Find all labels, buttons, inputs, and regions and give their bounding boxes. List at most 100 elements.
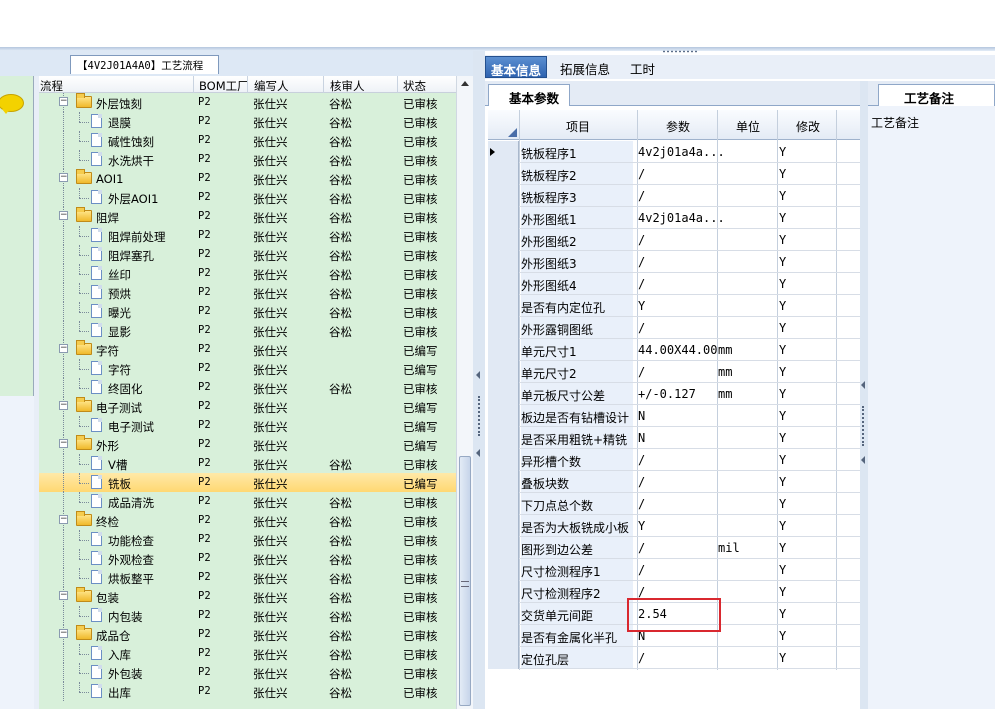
modify-cell[interactable]: Y xyxy=(779,233,786,247)
tree-row[interactable]: − 终检 P2 张仕兴 谷松 已审核 xyxy=(39,511,456,530)
collapse-left-icon[interactable] xyxy=(476,371,480,379)
col-header-modify[interactable]: 修改 xyxy=(796,118,820,135)
tree-row[interactable]: 终固化 P2 张仕兴 谷松 已审核 xyxy=(39,378,456,397)
modify-cell[interactable]: Y xyxy=(779,211,786,225)
modify-cell[interactable]: Y xyxy=(779,585,786,599)
param-cell[interactable]: / xyxy=(638,453,645,467)
modify-cell[interactable]: Y xyxy=(779,299,786,313)
modify-cell[interactable]: Y xyxy=(779,541,786,555)
tree-row[interactable]: 曝光 P2 张仕兴 谷松 已审核 xyxy=(39,302,456,321)
row-header[interactable] xyxy=(488,273,519,295)
col-header-flow[interactable]: 流程 xyxy=(40,78,63,94)
grid-row[interactable]: 单元尺寸1 44.00X44.00 mm Y xyxy=(488,339,860,361)
tree-row[interactable]: 功能检查 P2 张仕兴 谷松 已审核 xyxy=(39,530,456,549)
tab-basic-params[interactable]: 基本参数 xyxy=(488,84,571,106)
tree-row[interactable]: 碱性蚀刻 P2 张仕兴 谷松 已审核 xyxy=(39,131,456,150)
param-cell[interactable]: / xyxy=(638,167,645,181)
param-cell[interactable]: / xyxy=(638,497,645,511)
modify-cell[interactable]: Y xyxy=(779,321,786,335)
tree-row[interactable]: − 包装 P2 张仕兴 谷松 已审核 xyxy=(39,587,456,606)
collapse-left-icon-2[interactable] xyxy=(476,449,480,457)
grid-row[interactable]: 下刀点总个数 / Y xyxy=(488,493,860,515)
col-header-bom[interactable]: BOM工厂 xyxy=(199,78,249,94)
grid-row[interactable]: 单元尺寸2 / mm Y xyxy=(488,361,860,383)
modify-cell[interactable]: Y xyxy=(779,453,786,467)
param-cell[interactable]: Y xyxy=(638,519,645,533)
tree-row[interactable]: − 外层蚀刻 P2 张仕兴 谷松 已审核 xyxy=(39,93,456,112)
tree-row[interactable]: − AOI1 P2 张仕兴 谷松 已审核 xyxy=(39,169,456,188)
collapse-right-icon[interactable] xyxy=(861,381,865,389)
tree-row[interactable]: 外包装 P2 张仕兴 谷松 已审核 xyxy=(39,663,456,682)
tree-row[interactable]: 退膜 P2 张仕兴 谷松 已审核 xyxy=(39,112,456,131)
grid-row[interactable]: 是否采用粗铣+精铣 N Y xyxy=(488,427,860,449)
grid-row[interactable]: 板边是否有钻槽设计 N Y xyxy=(488,405,860,427)
row-header[interactable] xyxy=(488,493,519,515)
row-header[interactable] xyxy=(488,515,519,537)
modify-cell[interactable]: Y xyxy=(779,365,786,379)
grid-row[interactable]: 是否有内定位孔 Y Y xyxy=(488,295,860,317)
right-splitter[interactable] xyxy=(860,81,868,709)
col-header-unit[interactable]: 单位 xyxy=(736,118,760,135)
row-header[interactable] xyxy=(488,141,519,163)
modify-cell[interactable]: Y xyxy=(779,277,786,291)
tree-row[interactable]: 水洗烘干 P2 张仕兴 谷松 已审核 xyxy=(39,150,456,169)
tree-row[interactable]: 出库 P2 张仕兴 谷松 已审核 xyxy=(39,682,456,701)
modify-cell[interactable]: Y xyxy=(779,145,786,159)
param-cell[interactable]: / xyxy=(638,277,645,291)
tree-row[interactable]: 外层AOI1 P2 张仕兴 谷松 已审核 xyxy=(39,188,456,207)
scroll-up-icon[interactable] xyxy=(461,81,469,86)
tree-row[interactable]: 入库 P2 张仕兴 谷松 已审核 xyxy=(39,644,456,663)
param-cell[interactable]: / xyxy=(638,321,645,335)
middle-splitter[interactable] xyxy=(473,51,485,709)
tree-row[interactable]: 丝印 P2 张仕兴 谷松 已审核 xyxy=(39,264,456,283)
tree-row[interactable]: 外观检查 P2 张仕兴 谷松 已审核 xyxy=(39,549,456,568)
col-header-item[interactable]: 项目 xyxy=(566,118,590,135)
grid-row[interactable]: 外形露铜图纸 / Y xyxy=(488,317,860,339)
tree-row[interactable]: − 外形 P2 张仕兴 已编写 xyxy=(39,435,456,454)
param-cell[interactable]: 4v2j01a4a... xyxy=(638,211,725,225)
row-header[interactable] xyxy=(488,449,519,471)
col-header-author[interactable]: 编写人 xyxy=(254,78,289,94)
tree-row[interactable]: − 成品仓 P2 张仕兴 谷松 已审核 xyxy=(39,625,456,644)
collapse-node-icon[interactable]: − xyxy=(59,439,68,448)
row-header[interactable] xyxy=(488,603,519,625)
modify-cell[interactable]: Y xyxy=(779,431,786,445)
row-header[interactable] xyxy=(488,207,519,229)
grid-row[interactable]: 铣板程序2 / Y xyxy=(488,163,860,185)
modify-cell[interactable]: Y xyxy=(779,189,786,203)
tree-row[interactable]: 字符 P2 张仕兴 已编写 xyxy=(39,359,456,378)
row-header[interactable] xyxy=(488,361,519,383)
param-cell[interactable]: / xyxy=(638,475,645,489)
row-header[interactable] xyxy=(488,383,519,405)
modify-cell[interactable]: Y xyxy=(779,387,786,401)
col-header-param[interactable]: 参数 xyxy=(666,118,690,135)
grid-row[interactable]: 图形到边公差 / mil Y xyxy=(488,537,860,559)
modify-cell[interactable]: Y xyxy=(779,607,786,621)
param-cell[interactable]: / xyxy=(638,541,645,555)
unit-cell[interactable]: mm xyxy=(718,387,732,401)
grid-row[interactable]: 外形图纸4 / Y xyxy=(488,273,860,295)
select-all-corner-icon[interactable] xyxy=(508,128,517,137)
tree-row[interactable]: − 电子测试 P2 张仕兴 已编写 xyxy=(39,397,456,416)
grid-row[interactable]: 叠板块数 / Y xyxy=(488,471,860,493)
col-header-status[interactable]: 状态 xyxy=(403,78,426,94)
grid-row[interactable]: 异形槽个数 / Y xyxy=(488,449,860,471)
modify-cell[interactable]: Y xyxy=(779,651,786,665)
tab-basic-info[interactable]: 基本信息 xyxy=(485,56,548,78)
param-cell[interactable]: / xyxy=(638,563,645,577)
grid-row[interactable]: 单元板尺寸公差 +/-0.127 mm Y xyxy=(488,383,860,405)
tree-row[interactable]: 内包装 P2 张仕兴 谷松 已审核 xyxy=(39,606,456,625)
modify-cell[interactable]: Y xyxy=(779,409,786,423)
grid-row[interactable]: 定位孔层 / Y xyxy=(488,647,860,669)
grid-row[interactable]: 外形图纸3 / Y xyxy=(488,251,860,273)
collapse-node-icon[interactable]: − xyxy=(59,515,68,524)
unit-cell[interactable]: mil xyxy=(718,541,740,555)
row-header[interactable] xyxy=(488,647,519,669)
modify-cell[interactable]: Y xyxy=(779,343,786,357)
grid-row[interactable]: 尺寸检测程序1 / Y xyxy=(488,559,860,581)
collapse-right-icon-2[interactable] xyxy=(861,456,865,464)
param-cell[interactable]: / xyxy=(638,255,645,269)
tree-row[interactable]: − 阻焊 P2 张仕兴 谷松 已审核 xyxy=(39,207,456,226)
tab-process-remark[interactable]: 工艺备注 xyxy=(878,84,995,106)
param-cell[interactable]: +/-0.127 xyxy=(638,387,696,401)
